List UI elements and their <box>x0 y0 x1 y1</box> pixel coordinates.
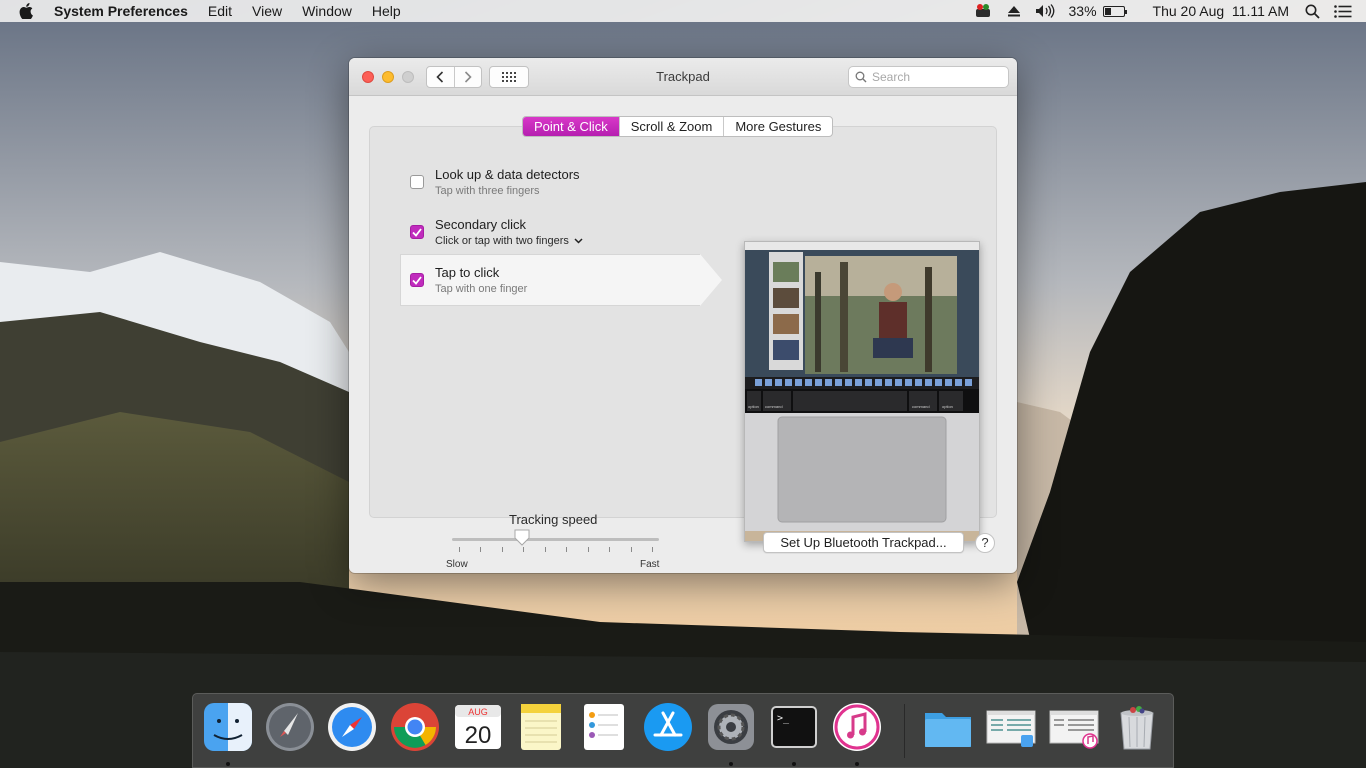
preview-key-option-right: option <box>942 404 953 409</box>
status-app-icon[interactable] <box>973 3 993 19</box>
settings-panel: Look up & data detectors Tap with three … <box>369 126 997 570</box>
battery-percent: 33% <box>1068 3 1097 19</box>
chrome-icon[interactable] <box>389 701 441 753</box>
tab-point-and-click[interactable]: Point & Click <box>523 117 619 136</box>
slider-tick <box>631 547 632 552</box>
slider-tick <box>588 547 589 552</box>
finder-running-indicator <box>226 762 230 766</box>
svg-text:>_: >_ <box>777 713 790 724</box>
volume-icon[interactable] <box>1035 4 1055 18</box>
tap-to-click-checkbox[interactable] <box>410 273 424 287</box>
tab-bar: Point & Click Scroll & Zoom More Gesture… <box>522 116 834 137</box>
calendar-day: 20 <box>465 722 492 749</box>
itunes-window-icon[interactable] <box>1048 701 1100 753</box>
itunes-running-indicator <box>855 762 859 766</box>
slow-label: Slow <box>446 559 468 570</box>
title-bar[interactable]: Trackpad <box>349 58 1017 96</box>
checkmark-icon <box>412 227 422 237</box>
preview-key-command-left: command <box>765 404 783 409</box>
checkmark-icon <box>412 275 422 285</box>
look-up-checkbox[interactable] <box>410 175 424 189</box>
slider-tick <box>459 547 460 552</box>
option-title: Tap to click <box>435 265 500 280</box>
chevron-down-icon <box>574 238 583 244</box>
dock: AUG 20 >_ <box>192 693 1174 768</box>
notes-icon[interactable] <box>515 701 567 753</box>
option-title: Look up & data detectors <box>435 167 580 182</box>
preview-key-option-left: option <box>748 404 759 409</box>
preview-key-command-right: command <box>912 404 930 409</box>
slider-tick <box>609 547 610 552</box>
option-subtitle: Tap with one finger <box>435 283 528 295</box>
safari-icon[interactable] <box>326 701 378 753</box>
finder-icon[interactable] <box>202 701 254 753</box>
system-preferences-running-indicator <box>729 762 733 766</box>
fast-label: Fast <box>640 559 660 570</box>
terminal-running-indicator <box>792 762 796 766</box>
option-subtitle: Tap with three fingers <box>435 185 540 197</box>
launchpad-icon[interactable] <box>264 701 316 753</box>
option-title: Secondary click <box>435 217 527 232</box>
help-menu[interactable]: Help <box>372 3 401 19</box>
search-icon <box>855 71 867 83</box>
calendar-month: AUG <box>468 707 488 717</box>
app-name-menu[interactable]: System Preferences <box>54 3 188 19</box>
notification-center-icon[interactable] <box>1334 4 1352 18</box>
option-look-up[interactable]: Look up & data detectors Tap with three … <box>400 157 710 209</box>
tracking-speed-slider[interactable] <box>452 538 659 541</box>
tab-more-gestures[interactable]: More Gestures <box>723 117 832 136</box>
trash-icon[interactable] <box>1111 701 1163 753</box>
option-subtitle: Click or tap with two fingers <box>435 235 569 247</box>
apple-menu-icon[interactable] <box>19 3 37 19</box>
edit-menu[interactable]: Edit <box>208 3 232 19</box>
slider-ticks <box>459 547 653 553</box>
itunes-icon[interactable] <box>831 701 883 753</box>
slider-tick <box>480 547 481 552</box>
dock-separator <box>904 704 905 758</box>
reminders-icon[interactable] <box>578 701 630 753</box>
gesture-preview-image: command option command option <box>744 241 980 542</box>
eject-icon[interactable] <box>1007 5 1021 17</box>
tracking-speed-label: Tracking speed <box>509 512 598 527</box>
downloads-folder-icon[interactable] <box>922 701 974 753</box>
spotlight-icon[interactable] <box>1305 4 1320 19</box>
menu-bar: System Preferences Edit View Window Help… <box>0 0 1366 22</box>
tab-scroll-and-zoom[interactable]: Scroll & Zoom <box>618 117 724 136</box>
option-tap-to-click[interactable]: Tap to click Tap with one finger <box>400 254 722 306</box>
help-button[interactable]: ? <box>975 533 995 553</box>
app-store-icon[interactable] <box>642 701 694 753</box>
search-input[interactable] <box>872 70 1002 84</box>
clock[interactable]: Thu 20 Aug 11.11 AM <box>1153 3 1289 19</box>
search-field[interactable] <box>848 66 1009 88</box>
slider-tick <box>566 547 567 552</box>
window-menu[interactable]: Window <box>302 3 352 19</box>
option-secondary-click[interactable]: Secondary click Click or tap with two fi… <box>400 207 710 259</box>
slider-tick <box>545 547 546 552</box>
battery-icon[interactable] <box>1102 5 1127 17</box>
set-up-bluetooth-trackpad-button[interactable]: Set Up Bluetooth Trackpad... <box>763 532 964 553</box>
slider-tick <box>523 547 524 552</box>
view-menu[interactable]: View <box>252 3 282 19</box>
slider-tick <box>502 547 503 552</box>
system-preferences-icon[interactable] <box>705 701 757 753</box>
terminal-icon[interactable]: >_ <box>768 701 820 753</box>
slider-tick <box>652 547 653 552</box>
secondary-click-checkbox[interactable] <box>410 225 424 239</box>
calendar-icon[interactable]: AUG 20 <box>452 701 504 753</box>
finder-window-icon[interactable] <box>985 701 1037 753</box>
secondary-click-dropdown[interactable]: Click or tap with two fingers <box>435 235 583 247</box>
trackpad-preferences-window: Trackpad Point & Click Scroll & Zoom Mor… <box>349 58 1017 573</box>
